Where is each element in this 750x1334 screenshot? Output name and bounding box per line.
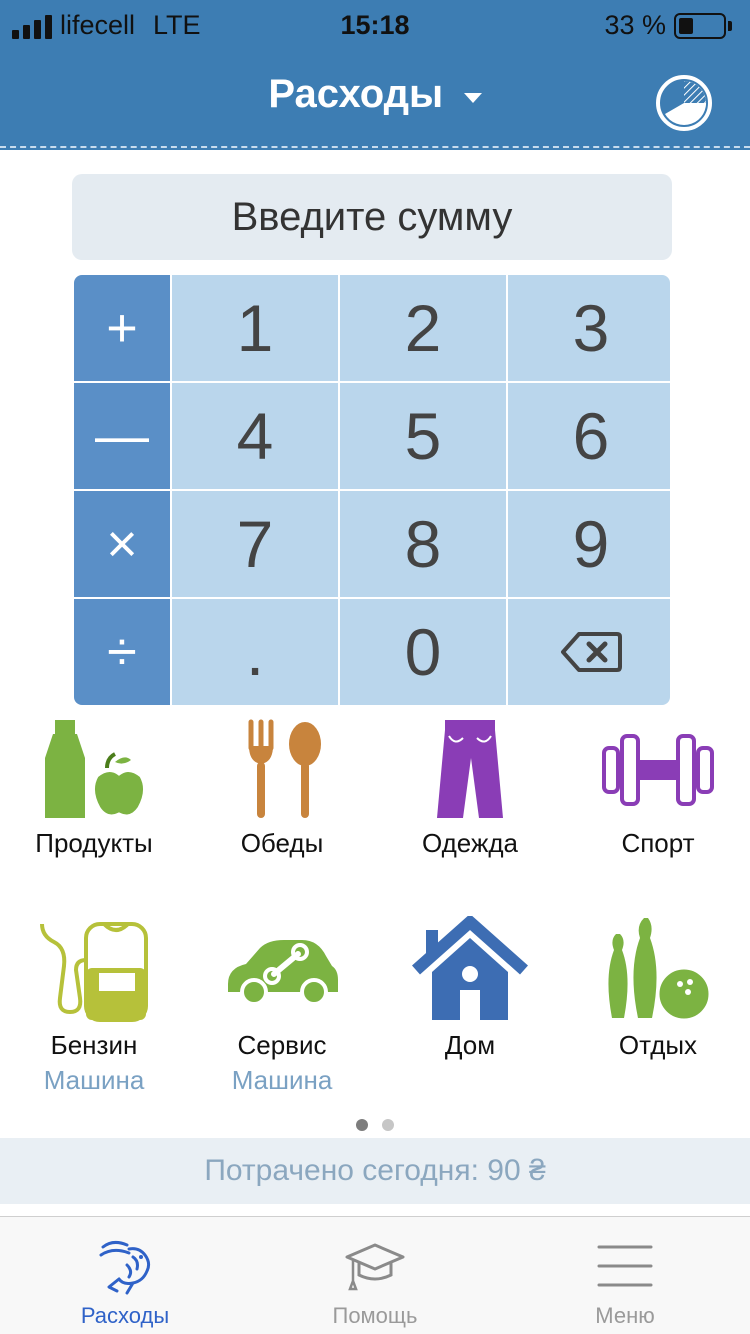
digit-key-3[interactable]: 3 xyxy=(508,275,670,381)
page-dot-active[interactable] xyxy=(356,1119,368,1131)
title-dropdown[interactable]: Расходы xyxy=(0,72,750,117)
category-groceries[interactable]: Продукты xyxy=(0,718,188,859)
app-header: lifecell LTE 15:18 33 % Расходы xyxy=(0,0,750,150)
category-label: Отдых xyxy=(618,1030,698,1060)
digit-key-1[interactable]: 1 xyxy=(172,275,338,381)
page-dot[interactable] xyxy=(382,1119,394,1131)
status-bar: lifecell LTE 15:18 33 % xyxy=(0,0,750,50)
digit-key-8[interactable]: 8 xyxy=(340,491,506,597)
tab-label: Расходы xyxy=(80,1303,170,1328)
tab-label: Помощь xyxy=(332,1303,418,1328)
rabbit-icon xyxy=(99,1240,151,1295)
category-label: Дом xyxy=(444,1030,496,1060)
digit-key-4[interactable]: 4 xyxy=(172,383,338,489)
category-clothes[interactable]: Одежда xyxy=(376,718,564,859)
multiply-key[interactable]: × xyxy=(74,491,170,597)
decimal-key[interactable]: . xyxy=(172,599,338,705)
chevron-down-icon xyxy=(463,92,482,103)
battery-icon xyxy=(674,12,726,39)
groceries-icon xyxy=(45,720,146,818)
pants-icon xyxy=(437,720,503,818)
digit-key-7[interactable]: 7 xyxy=(172,491,338,597)
digit-key-6[interactable]: 6 xyxy=(508,383,670,489)
dumbbell-icon xyxy=(602,734,714,806)
tab-bar: Расходы Помощь Меню xyxy=(0,1216,750,1334)
battery-percent: 33 % xyxy=(604,10,666,40)
minus-key[interactable]: — xyxy=(74,383,170,489)
category-leisure[interactable]: Отдых xyxy=(564,916,750,1061)
pie-chart-icon[interactable] xyxy=(655,74,713,132)
category-label: Продукты xyxy=(35,828,153,858)
header-divider xyxy=(0,146,750,148)
digit-key-5[interactable]: 5 xyxy=(340,383,506,489)
category-sport[interactable]: Спорт xyxy=(564,718,750,859)
category-fuel[interactable]: Бензин Машина xyxy=(0,916,188,1096)
spent-today: Потрачено сегодня: 90 ₴ xyxy=(0,1138,750,1204)
tab-menu[interactable]: Меню xyxy=(500,1217,750,1334)
category-sublabel: Машина xyxy=(43,1065,145,1095)
fuel-pump-icon xyxy=(40,922,148,1022)
tab-help[interactable]: Помощь xyxy=(250,1217,500,1334)
page-title: Расходы xyxy=(268,72,444,116)
graduation-cap-icon xyxy=(345,1243,405,1291)
category-label: Бензин xyxy=(50,1030,138,1060)
backspace-key[interactable] xyxy=(508,599,670,705)
tab-expenses[interactable]: Расходы xyxy=(0,1217,250,1334)
category-car-service[interactable]: Сервис Машина xyxy=(188,916,376,1096)
category-home[interactable]: Дом xyxy=(376,916,564,1061)
category-label: Одежда xyxy=(421,828,518,858)
category-lunch[interactable]: Обеды xyxy=(188,718,376,859)
keypad: + 1 2 3 — 4 5 6 × 7 8 9 ÷ . 0 xyxy=(74,275,670,705)
page-indicator xyxy=(0,1119,750,1131)
car-service-icon xyxy=(228,940,338,1006)
hamburger-icon xyxy=(597,1245,653,1287)
category-sublabel: Машина xyxy=(231,1065,333,1095)
digit-key-0[interactable]: 0 xyxy=(340,599,506,705)
tab-label: Меню xyxy=(595,1303,655,1328)
category-label: Спорт xyxy=(621,828,695,858)
category-label: Обеды xyxy=(240,828,324,858)
amount-input[interactable]: Введите сумму xyxy=(72,174,672,260)
bowling-icon xyxy=(608,918,712,1022)
digit-key-9[interactable]: 9 xyxy=(508,491,670,597)
backspace-icon xyxy=(561,632,622,672)
digit-key-2[interactable]: 2 xyxy=(340,275,506,381)
plus-key[interactable]: + xyxy=(74,275,170,381)
house-icon xyxy=(412,916,528,1020)
divide-key[interactable]: ÷ xyxy=(74,599,170,705)
category-label: Сервис xyxy=(237,1030,327,1060)
fork-spoon-icon xyxy=(248,719,321,818)
